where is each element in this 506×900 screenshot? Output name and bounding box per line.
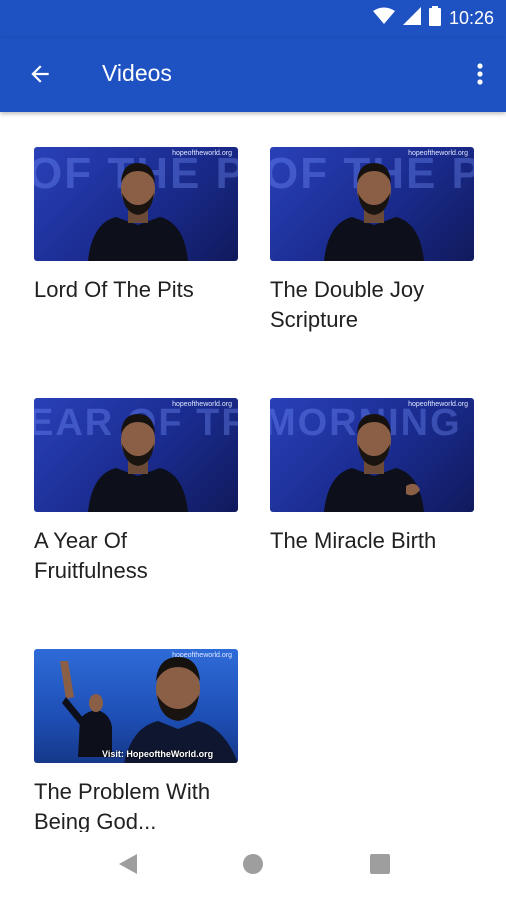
battery-icon [428,6,441,31]
video-card[interactable]: hopeoftheworld.org Visit: HopeoftheWorld… [34,649,238,832]
thumbnail-visit-text: Visit: HopeoftheWorld.org [102,749,214,759]
video-thumbnail[interactable]: OF THE PITS hopeoftheworld.org [34,147,238,261]
wifi-icon [372,7,395,30]
app-bar: Videos [0,38,506,112]
status-bar: 10:26 [0,0,506,38]
video-card[interactable]: OF THE PITS hopeoftheworld.org Lord Of T… [34,147,238,305]
back-button[interactable] [20,56,60,96]
overflow-menu-button[interactable] [468,56,492,96]
page-title: Videos [102,60,172,86]
speaker-stage-figure [60,661,112,757]
video-thumbnail[interactable]: OF THE PITS hopeoftheworld.org [270,147,474,261]
arrow-left-icon [27,61,53,92]
speaker-figure [324,414,424,512]
video-grid: OF THE PITS hopeoftheworld.org Lord Of T… [0,112,506,832]
signal-icon [402,7,421,30]
nav-home-button[interactable] [239,852,267,880]
video-thumbnail[interactable]: hopeoftheworld.org Visit: HopeoftheWorld… [34,649,238,763]
video-title: A Year Of Fruitfulness [34,528,148,583]
nav-recents-button[interactable] [366,852,394,880]
video-card[interactable]: MORNING S CELEBRA hopeoftheworld.org The… [270,398,474,556]
circle-home-icon [242,853,264,880]
speaker-figure [324,163,424,261]
speaker-figure [88,414,188,512]
video-thumbnail[interactable]: MORNING S CELEBRA hopeoftheworld.org [270,398,474,512]
system-nav-bar [0,832,506,900]
status-time: 10:26 [448,8,494,28]
more-vert-icon [477,62,483,91]
video-card[interactable]: OF THE PITS hopeoftheworld.org The Doubl… [270,147,474,335]
video-title: The Double Joy Scripture [270,277,425,332]
triangle-back-icon [117,853,139,880]
video-card[interactable]: EAR OF TFULNESS hopeoftheworld.org A Yea… [34,398,238,586]
nav-back-button[interactable] [114,852,142,880]
video-title: The Problem With Being God... [34,779,211,832]
square-recents-icon [369,853,391,880]
speaker-figure [88,163,188,261]
video-title: The Miracle Birth [270,528,437,553]
speaker-closeup [124,657,238,763]
status-icons: 10:26 [372,6,494,31]
video-title: Lord Of The Pits [34,277,194,302]
video-thumbnail[interactable]: EAR OF TFULNESS hopeoftheworld.org [34,398,238,512]
